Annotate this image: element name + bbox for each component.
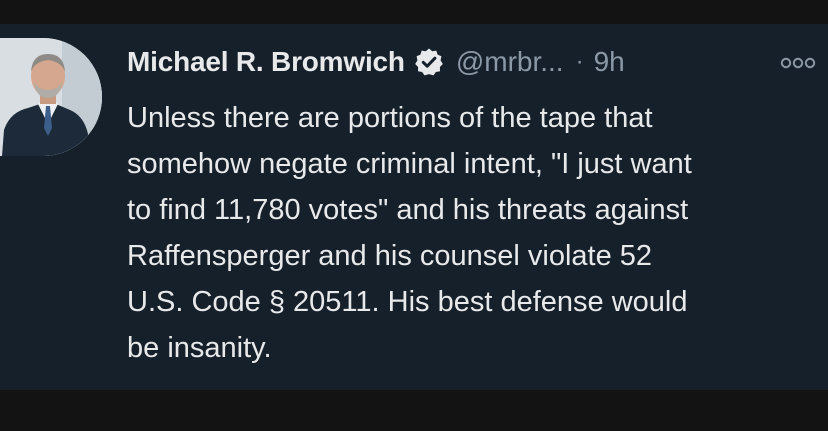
header-separator: · xyxy=(575,48,584,75)
more-options-icon[interactable] xyxy=(778,55,818,71)
verified-badge-icon xyxy=(414,47,444,77)
tweet-text-line: U.S. Code § 20511. His best defense woul… xyxy=(127,286,688,318)
top-band xyxy=(0,0,828,24)
tweet-text-line: be insanity. xyxy=(127,332,272,364)
tweet-text-line: Unless there are portions of the tape th… xyxy=(127,102,653,134)
tweet-body: Unless there are portions of the tape th… xyxy=(127,95,822,371)
tweet-text-line: to find 11,780 votes" and his threats ag… xyxy=(127,194,689,226)
tweet-timestamp[interactable]: 9h xyxy=(594,46,625,78)
author-handle[interactable]: @mrbr... xyxy=(456,46,564,78)
bottom-band xyxy=(0,390,828,431)
tweet-text-line: somehow negate criminal intent, "I just … xyxy=(127,148,692,180)
author-display-name[interactable]: Michael R. Bromwich xyxy=(127,46,405,78)
tweet-header: Michael R. Bromwich @mrbr... · 9h xyxy=(127,44,625,80)
tweet-text-line: Raffensperger and his counsel violate 52 xyxy=(127,240,653,272)
